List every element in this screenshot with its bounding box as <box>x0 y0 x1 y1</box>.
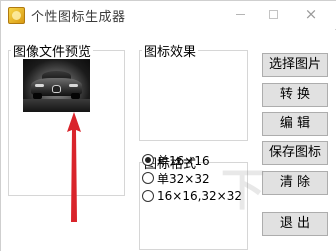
minimize-button[interactable] <box>223 3 257 25</box>
app-window: 个性图标生成器 × 图像文件预览 图标效果 图标格式 单16×16 单32×32 <box>0 0 336 251</box>
radio-icon <box>142 172 154 184</box>
format-option-16[interactable]: 单16×16 <box>142 152 210 168</box>
app-icon <box>8 7 25 24</box>
radio-icon <box>142 190 154 202</box>
save-icon-button[interactable]: 保存图标 <box>262 141 328 165</box>
maximize-button[interactable] <box>256 3 290 25</box>
preview-floor <box>23 99 90 112</box>
title-bar[interactable]: 个性图标生成器 × <box>1 1 336 29</box>
format-option-32[interactable]: 单32×32 <box>142 170 210 186</box>
close-icon: × <box>304 5 318 23</box>
close-button[interactable]: × <box>294 3 328 25</box>
effect-group: 图标效果 <box>139 41 248 141</box>
radio-selected-icon <box>142 154 154 166</box>
format-option-label: 单16×16 <box>157 153 210 168</box>
minimize-icon <box>235 14 245 15</box>
format-option-label: 单32×32 <box>157 171 210 186</box>
red-arrow-icon <box>67 112 81 222</box>
preview-group-label: 图像文件预览 <box>13 45 92 60</box>
car-wheel-right <box>71 93 80 99</box>
convert-button[interactable]: 转 换 <box>262 83 328 107</box>
clear-button[interactable]: 清 除 <box>262 171 328 195</box>
car-headlight-left <box>35 84 44 87</box>
window-title: 个性图标生成器 <box>31 10 126 25</box>
select-image-button[interactable]: 选择图片 <box>262 53 328 77</box>
exit-button[interactable]: 退 出 <box>262 212 328 236</box>
car-grille <box>52 85 61 93</box>
format-option-16-32[interactable]: 16×16,32×32 <box>142 188 242 204</box>
effect-group-label: 图标效果 <box>144 45 197 60</box>
preview-image <box>23 59 90 112</box>
format-option-label: 16×16,32×32 <box>157 189 243 203</box>
car-headlight-right <box>69 84 78 87</box>
car-wheel-left <box>33 93 42 99</box>
maximize-icon <box>268 10 278 19</box>
edit-button[interactable]: 编 辑 <box>262 112 328 136</box>
